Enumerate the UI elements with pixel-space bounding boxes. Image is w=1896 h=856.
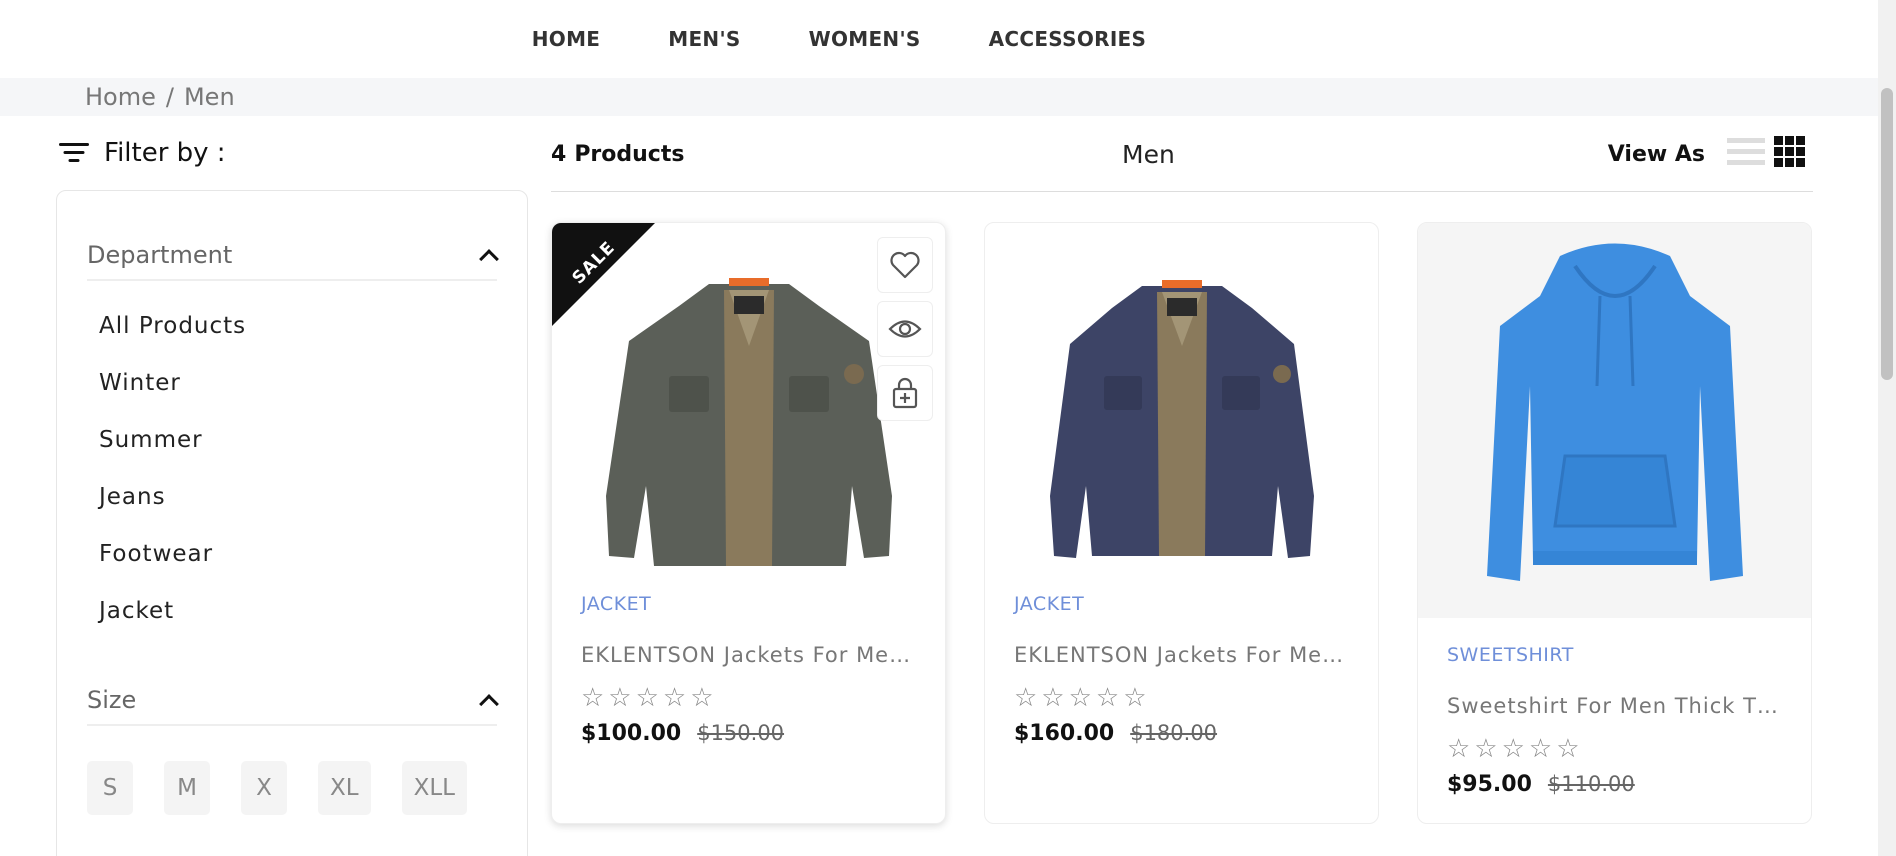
nav-home[interactable]: HOME: [532, 27, 601, 51]
add-to-cart-button[interactable]: [877, 365, 933, 421]
department-item-footwear[interactable]: Footwear: [99, 541, 246, 598]
filter-sidebar: Department All Products Winter Summer Je…: [56, 190, 528, 856]
product-info: SWEETSHIRT Sweetshirt For Men Thick Th… …: [1447, 644, 1787, 797]
size-label: Size: [87, 686, 137, 714]
filter-icon: [58, 141, 90, 165]
size-option-s[interactable]: S: [87, 761, 133, 815]
products-toolbar: 4 Products Men View As: [551, 136, 1813, 192]
product-price: $95.00: [1447, 772, 1532, 797]
department-item-jeans[interactable]: Jeans: [99, 484, 246, 541]
product-info: JACKET EKLENTSON Jackets For Men… ☆☆☆☆☆ …: [581, 593, 921, 746]
nav-mens[interactable]: MEN'S: [668, 27, 740, 51]
product-count: 4 Products: [551, 142, 684, 167]
department-list: All Products Winter Summer Jeans Footwea…: [99, 313, 246, 655]
department-section-header[interactable]: Department: [87, 231, 497, 281]
size-section-header[interactable]: Size: [87, 676, 497, 726]
heart-icon: [890, 251, 920, 279]
rating-stars: ☆☆☆☆☆: [1447, 734, 1584, 764]
chevron-up-icon[interactable]: [479, 246, 497, 264]
department-item-all-products[interactable]: All Products: [99, 313, 246, 370]
quick-view-button[interactable]: [877, 301, 933, 357]
scrollbar-thumb[interactable]: [1881, 88, 1893, 380]
product-prices: $100.00 $150.00: [581, 721, 921, 746]
wishlist-button[interactable]: [877, 237, 933, 293]
category-title: Men: [1122, 140, 1175, 169]
product-category[interactable]: SWEETSHIRT: [1447, 644, 1787, 666]
size-options: S M X XL XLL: [87, 761, 467, 815]
product-count-number: 4: [551, 142, 567, 167]
product-category[interactable]: JACKET: [1014, 593, 1354, 615]
product-old-price: $180.00: [1130, 721, 1218, 745]
breadcrumb-home[interactable]: Home: [85, 83, 156, 111]
product-old-price: $110.00: [1547, 772, 1635, 796]
department-item-jacket[interactable]: Jacket: [99, 598, 246, 655]
product-name[interactable]: Sweetshirt For Men Thick Th…: [1447, 694, 1787, 718]
product-image[interactable]: [1418, 223, 1811, 618]
chevron-up-icon[interactable]: [479, 691, 497, 709]
department-item-summer[interactable]: Summer: [99, 427, 246, 484]
product-card[interactable]: SWEETSHIRT Sweetshirt For Men Thick Th… …: [1417, 222, 1812, 824]
product-price: $100.00: [581, 721, 682, 746]
breadcrumb-separator: /: [165, 83, 174, 111]
jacket-image: [1049, 279, 1314, 558]
breadcrumb-current: Men: [183, 83, 235, 111]
bag-plus-icon: [892, 377, 918, 409]
product-card[interactable]: JACKET EKLENTSON Jackets For Men… ☆☆☆☆☆ …: [984, 222, 1379, 824]
main-nav: HOME MEN'S WOMEN'S ACCESSORIES: [0, 0, 1878, 78]
filter-title: Filter by :: [104, 138, 226, 168]
department-item-winter[interactable]: Winter: [99, 370, 246, 427]
rating-stars: ☆☆☆☆☆: [581, 683, 718, 713]
list-view-icon[interactable]: [1727, 136, 1765, 168]
department-label: Department: [87, 241, 233, 269]
product-name[interactable]: EKLENTSON Jackets For Men…: [581, 643, 921, 667]
product-count-label: Products: [574, 142, 685, 167]
sale-badge: SALE: [552, 223, 655, 326]
size-option-xll[interactable]: XLL: [401, 761, 467, 815]
size-option-xl[interactable]: XL: [318, 761, 371, 815]
nav-womens[interactable]: WOMEN'S: [809, 27, 921, 51]
size-option-m[interactable]: M: [164, 761, 210, 815]
nav-accessories[interactable]: ACCESSORIES: [989, 27, 1147, 51]
grid-view-icon[interactable]: [1774, 136, 1805, 167]
rating-stars: ☆☆☆☆☆: [1014, 683, 1151, 713]
size-option-x[interactable]: X: [241, 761, 287, 815]
product-actions: [877, 237, 933, 421]
eye-icon: [888, 320, 922, 338]
product-category[interactable]: JACKET: [581, 593, 921, 615]
hoodie-image: [1486, 243, 1743, 581]
product-old-price: $150.00: [697, 721, 785, 745]
product-name[interactable]: EKLENTSON Jackets For Men…: [1014, 643, 1354, 667]
view-as-label: View As: [1607, 142, 1705, 167]
product-price: $160.00: [1014, 721, 1115, 746]
product-image[interactable]: [985, 223, 1378, 618]
product-card[interactable]: SALE JACKET EKLENTSON Jackets For Men… ☆…: [551, 222, 946, 824]
sale-badge-text: SALE: [568, 237, 620, 289]
product-info: JACKET EKLENTSON Jackets For Men… ☆☆☆☆☆ …: [1014, 593, 1354, 746]
product-prices: $95.00 $110.00: [1447, 772, 1787, 797]
breadcrumb: Home / Men: [0, 78, 1878, 116]
filter-header: Filter by :: [58, 138, 226, 168]
product-prices: $160.00 $180.00: [1014, 721, 1354, 746]
